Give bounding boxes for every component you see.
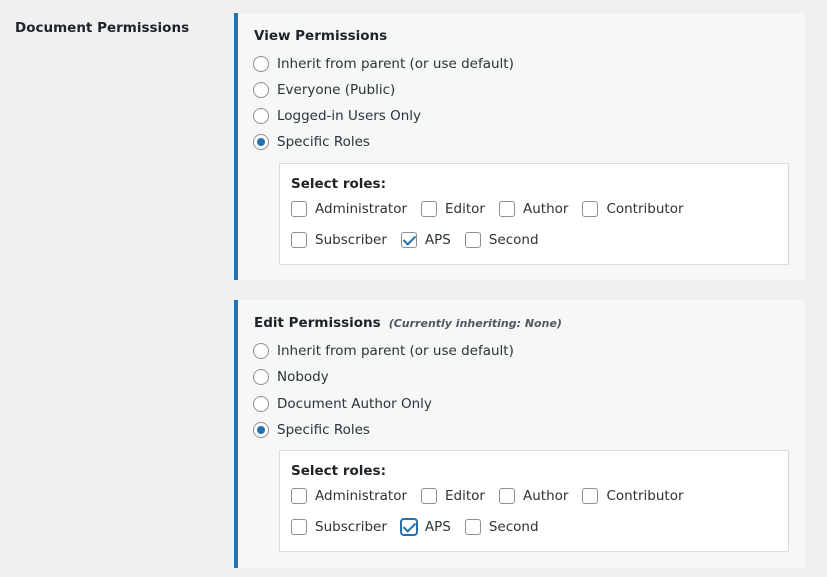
- radio-label: Inherit from parent (or use default): [277, 343, 514, 359]
- edit-radio-inherit[interactable]: Inherit from parent (or use default): [253, 343, 514, 359]
- checkbox[interactable]: [498, 488, 515, 504]
- edit-roles-row-1: Administrator Editor Author Contributor: [291, 488, 698, 504]
- view-role-administrator[interactable]: Administrator: [291, 201, 407, 217]
- checkbox-label: Subscriber: [315, 232, 387, 248]
- checkbox-label: Editor: [445, 488, 485, 504]
- checkbox-label: Subscriber: [315, 519, 387, 535]
- edit-radio-specific-roles[interactable]: Specific Roles: [253, 422, 370, 438]
- checkbox-label: APS: [424, 232, 451, 248]
- radio-label: Logged-in Users Only: [277, 108, 422, 124]
- radio-button[interactable]: [253, 369, 269, 385]
- edit-permissions-heading: Edit Permissions: [254, 315, 381, 331]
- radio-button[interactable]: [253, 396, 269, 412]
- checkbox-label: Contributor: [606, 201, 684, 217]
- radio-label: Nobody: [277, 369, 329, 385]
- view-radio-specific-roles[interactable]: Specific Roles: [253, 134, 370, 150]
- view-radio-inherit[interactable]: Inherit from parent (or use default): [253, 56, 514, 72]
- view-role-author[interactable]: Author: [498, 201, 569, 217]
- inheritance-note: (Currently inheriting: None): [388, 317, 562, 330]
- radio-button[interactable]: [253, 56, 269, 72]
- checkbox[interactable]: [291, 232, 307, 248]
- view-radio-logged-in[interactable]: Logged-in Users Only: [253, 108, 421, 124]
- view-role-editor[interactable]: Editor: [421, 201, 485, 217]
- edit-role-administrator[interactable]: Administrator: [291, 488, 407, 504]
- edit-radio-author-only[interactable]: Document Author Only: [253, 396, 432, 412]
- checkbox-label: Administrator: [315, 201, 408, 217]
- view-permissions-title: View Permissions: [254, 28, 387, 44]
- edit-role-editor[interactable]: Editor: [421, 488, 485, 504]
- radio-label: Specific Roles: [277, 422, 370, 438]
- checkbox[interactable]: [582, 201, 599, 217]
- view-roles-row-2: Subscriber APS Second: [291, 232, 553, 248]
- view-role-aps[interactable]: APS: [400, 232, 451, 248]
- edit-permissions-panel: Edit Permissions (Currently inheriting: N…: [234, 300, 805, 568]
- checkbox[interactable]: [291, 519, 307, 535]
- view-permissions-panel: View Permissions Inherit from parent (or…: [234, 13, 805, 280]
- checkbox-label: Administrator: [315, 488, 408, 504]
- edit-roles-title: Select roles:: [291, 463, 386, 479]
- radio-label: Document Author Only: [277, 396, 432, 412]
- radio-button[interactable]: [253, 82, 269, 98]
- checkbox-label: Second: [488, 232, 539, 248]
- checkbox-checked[interactable]: [400, 519, 417, 535]
- radio-button-selected[interactable]: [253, 134, 269, 150]
- edit-role-second[interactable]: Second: [464, 519, 539, 535]
- checkbox-label: APS: [424, 519, 451, 535]
- document-permissions-label: Document Permissions: [15, 20, 190, 36]
- checkbox-label: Editor: [445, 201, 485, 217]
- checkbox[interactable]: [291, 201, 307, 217]
- edit-radio-nobody[interactable]: Nobody: [253, 369, 329, 385]
- view-role-contributor[interactable]: Contributor: [582, 201, 684, 217]
- view-role-second[interactable]: Second: [464, 232, 539, 248]
- checkbox[interactable]: [498, 201, 515, 217]
- radio-label: Specific Roles: [277, 134, 370, 150]
- checkbox-label: Author: [522, 201, 569, 217]
- checkbox[interactable]: [421, 201, 438, 217]
- checkbox[interactable]: [582, 488, 599, 504]
- edit-role-author[interactable]: Author: [498, 488, 569, 504]
- view-radio-everyone[interactable]: Everyone (Public): [253, 82, 395, 98]
- radio-button[interactable]: [253, 108, 269, 124]
- edit-permissions-title: Edit Permissions (Currently inheriting: N…: [254, 315, 562, 331]
- edit-role-subscriber[interactable]: Subscriber: [291, 519, 387, 535]
- checkbox[interactable]: [464, 232, 481, 248]
- checkbox-label: Author: [522, 488, 569, 504]
- edit-role-contributor[interactable]: Contributor: [582, 488, 684, 504]
- checkbox[interactable]: [291, 488, 307, 504]
- edit-roles-row-2: Subscriber APS Second: [291, 519, 553, 535]
- checkbox[interactable]: [421, 488, 438, 504]
- checkbox[interactable]: [464, 519, 481, 535]
- edit-role-aps[interactable]: APS: [400, 519, 451, 535]
- radio-label: Inherit from parent (or use default): [277, 56, 514, 72]
- view-roles-box: Select roles: Administrator Editor Autho…: [279, 163, 789, 265]
- checkbox-label: Contributor: [606, 488, 684, 504]
- checkbox-label: Second: [488, 519, 539, 535]
- view-role-subscriber[interactable]: Subscriber: [291, 232, 387, 248]
- view-permissions-heading: View Permissions: [254, 28, 388, 44]
- radio-button-selected[interactable]: [253, 422, 269, 438]
- radio-button[interactable]: [253, 343, 269, 359]
- radio-label: Everyone (Public): [277, 82, 396, 98]
- edit-roles-box: Select roles: Administrator Editor Autho…: [279, 450, 789, 552]
- checkbox-checked[interactable]: [400, 232, 417, 248]
- view-roles-title: Select roles:: [291, 176, 386, 192]
- view-roles-row-1: Administrator Editor Author Contributor: [291, 201, 698, 217]
